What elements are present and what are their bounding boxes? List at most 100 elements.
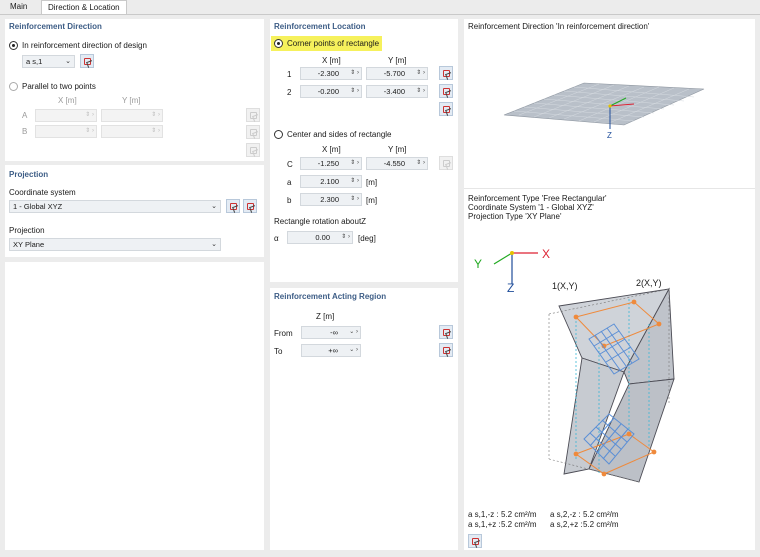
edit-direction-button[interactable] [80, 54, 94, 68]
rotation-label: Rectangle rotation aboutZ [274, 217, 367, 226]
legend-value-4: 5.2 cm²/m [583, 520, 619, 529]
preview-panel: Reinforcement Direction 'In reinforcemen… [464, 19, 755, 550]
reinforcement-location-panel: Reinforcement Location Corner points of … [270, 19, 458, 282]
pick-center-button[interactable] [439, 156, 453, 170]
empty-panel [5, 262, 264, 550]
design-direction-label: In reinforcement direction of design [22, 41, 147, 50]
projection-label: Projection [9, 226, 45, 235]
pick-to-button[interactable] [439, 343, 453, 357]
reinforcement-direction-panel: Reinforcement Direction In reinforcement… [5, 19, 264, 161]
axis-x-label: X [542, 247, 551, 261]
a-y-input[interactable]: ⇕ › [101, 109, 163, 122]
point1-y-input[interactable]: -5.700 ⇕ › [366, 67, 428, 80]
point-2-label: 2(X,Y) [636, 278, 662, 288]
axis-y-label: Y [474, 257, 483, 271]
legend-name-3: a s,1,+z : [468, 520, 501, 529]
side-b-unit: [m] [366, 196, 378, 205]
point1-x-input[interactable]: -2.300 ⇕ › [300, 67, 362, 80]
b-x-input[interactable]: ⇕ › [35, 125, 97, 138]
edit-coord-button[interactable] [243, 199, 257, 213]
projection-value: XY Plane [13, 240, 45, 249]
center-x-input[interactable]: -1.250 ⇕ › [300, 157, 362, 170]
coord-system-label: Coordinate system [9, 188, 76, 197]
section-title: Reinforcement Location [274, 22, 366, 31]
from-input[interactable]: -∞ ⌄ › [301, 326, 361, 339]
location-preview-graphic [493, 251, 675, 483]
to-label: To [274, 347, 283, 356]
divider [464, 188, 755, 189]
point-1-label: 1(X,Y) [552, 281, 578, 291]
point2-x-input[interactable]: -0.200 ⇕ › [300, 85, 362, 98]
pick-2d-button[interactable] [246, 143, 260, 157]
legend-value-1: 5.2 cm²/m [501, 510, 537, 519]
preview-options-button[interactable] [468, 534, 482, 548]
direction-value: a s,1 [26, 57, 43, 66]
tab-main[interactable]: Main [4, 0, 33, 15]
legend-value-2: 5.2 cm²/m [583, 510, 619, 519]
section-title: Reinforcement Direction [9, 22, 102, 31]
col-y-header-2: Y [m] [388, 145, 407, 154]
mini-axis-z: Z [607, 131, 612, 140]
chevron-down-icon: ⌄ [65, 58, 71, 65]
info-line-1: Reinforcement Type 'Free Rectangular' [468, 194, 607, 203]
coord-system-select[interactable]: 1 - Global XYZ ⌄ [9, 200, 221, 213]
info-line-2: Coordinate System '1 - Global XYZ' [468, 203, 594, 212]
radio-parallel-points[interactable] [9, 82, 18, 91]
b-y-input[interactable]: ⇕ › [101, 125, 163, 138]
projection-panel: Projection Coordinate system 1 - Global … [5, 165, 264, 257]
tab-divider [0, 14, 760, 15]
row-1-label: 1 [287, 70, 292, 79]
center-sides-label: Center and sides of rectangle [287, 130, 392, 139]
rotation-unit: [deg] [358, 234, 376, 243]
side-a-input[interactable]: 2.100 ⇕ › [300, 175, 362, 188]
parallel-points-label: Parallel to two points [22, 82, 96, 91]
row-b-label: b [287, 196, 292, 205]
side-a-unit: [m] [366, 178, 378, 187]
col-x-header: X [m] [322, 56, 341, 65]
row-a-label: A [22, 111, 28, 120]
direction-preview-graphic [503, 82, 705, 129]
legend-name-1: a s,1,-z : [468, 510, 499, 519]
new-coord-button[interactable] [226, 199, 240, 213]
tab-direction-location[interactable]: Direction & Location [41, 0, 127, 15]
pick-point2-button[interactable] [439, 84, 453, 98]
radio-center-sides[interactable] [274, 130, 283, 139]
rotation-input[interactable]: 0.00 ⇕ › [287, 231, 353, 244]
section-title: Projection [9, 170, 49, 179]
acting-region-panel: Reinforcement Acting Region Z [m] From -… [270, 288, 458, 550]
axis-z-label: Z [507, 281, 515, 295]
col-y-header: Y [m] [388, 56, 407, 65]
row-c-label: C [287, 160, 293, 169]
info-line-3: Projection Type 'XY Plane' [468, 212, 562, 221]
col-z-header: Z [m] [316, 312, 335, 321]
radio-design-direction[interactable] [9, 41, 18, 50]
pick-from-button[interactable] [439, 325, 453, 339]
section-title: Reinforcement Acting Region [274, 292, 387, 301]
center-y-input[interactable]: -4.550 ⇕ › [366, 157, 428, 170]
chevron-down-icon: ⌄ [211, 241, 217, 248]
row-2-label: 2 [287, 88, 292, 97]
alpha-label: α [274, 234, 279, 243]
chevron-down-icon: ⌄ [211, 203, 217, 210]
side-b-input[interactable]: 2.300 ⇕ › [300, 193, 362, 206]
pick-2d-button[interactable] [439, 102, 453, 116]
row-b-label: B [22, 127, 28, 136]
pick-a-button[interactable] [246, 108, 260, 122]
direction-select[interactable]: a s,1 ⌄ [22, 55, 75, 68]
legend-name-4: a s,2,+z : [550, 520, 583, 529]
point2-y-input[interactable]: -3.400 ⇕ › [366, 85, 428, 98]
coord-system-value: 1 - Global XYZ [13, 202, 63, 211]
pick-b-button[interactable] [246, 125, 260, 139]
legend-name-2: a s,2,-z : [550, 510, 581, 519]
corner-points-label: Corner points of rectangle [287, 39, 380, 48]
col-x-header: X [m] [58, 96, 77, 105]
from-label: From [274, 329, 293, 338]
pick-point1-button[interactable] [439, 66, 453, 80]
a-x-input[interactable]: ⇕ › [35, 109, 97, 122]
legend-value-3: 5.2 cm²/m [501, 520, 537, 529]
radio-corner-points[interactable] [274, 39, 283, 48]
tab-bar: Main Direction & Location [0, 0, 760, 15]
projection-select[interactable]: XY Plane ⌄ [9, 238, 221, 251]
to-input[interactable]: +∞ ⌄ › [301, 344, 361, 357]
col-y-header: Y [m] [122, 96, 141, 105]
